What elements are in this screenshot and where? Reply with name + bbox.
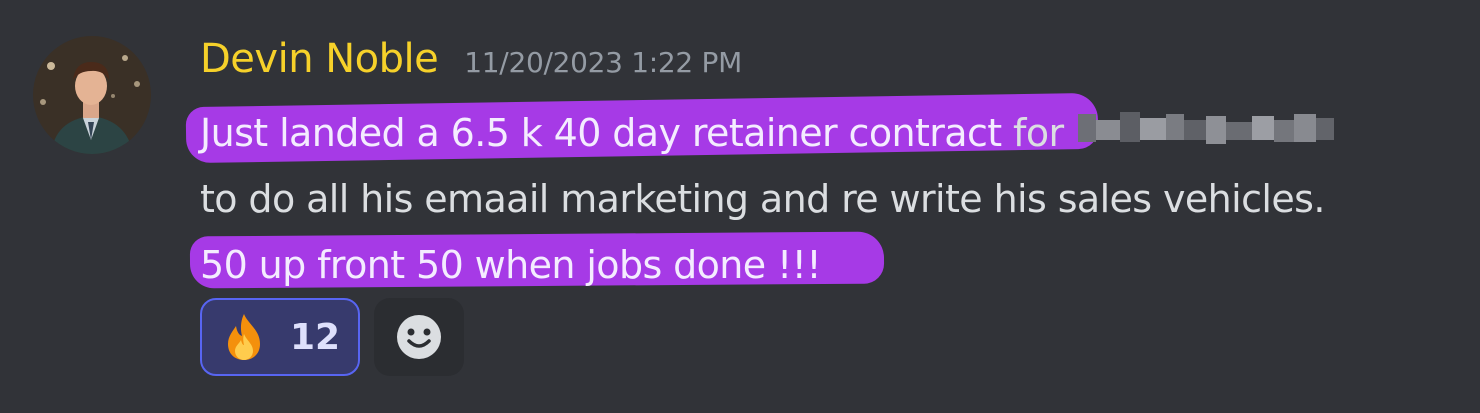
highlighted-text: Just landed a 6.5 k 40 day retainer cont… (200, 111, 1002, 155)
add-reaction-button[interactable] (374, 298, 464, 376)
reaction-bar: 12 (200, 298, 464, 376)
fire-icon (227, 314, 260, 360)
message-content: Just landed a 6.5 k 40 day retainer cont… (185, 92, 1460, 298)
chat-message: Devin Noble 11/20/2023 1:22 PM Just land… (0, 0, 1480, 413)
message-header: Devin Noble 11/20/2023 1:22 PM (200, 36, 742, 92)
timestamp[interactable]: 11/20/2023 1:22 PM (464, 46, 742, 79)
message-text: to do all his emaail marketing and re wr… (200, 177, 1325, 221)
message-text: for (1001, 111, 1064, 155)
reaction-count: 12 (289, 316, 341, 358)
message-line: Just landed a 6.5 k 40 day retainer cont… (200, 100, 1460, 166)
message-line: 50 up front 50 when jobs done !!! (200, 232, 1460, 298)
smiley-icon (397, 315, 441, 359)
avatar[interactable] (33, 36, 151, 154)
highlighted-text: 50 up front 50 when jobs done !!! (200, 243, 822, 287)
reaction-fire[interactable]: 12 (200, 298, 360, 376)
message-line: to do all his emaail marketing and re wr… (200, 166, 1460, 232)
avatar-image (33, 36, 151, 154)
redacted-name (1077, 100, 1334, 166)
username[interactable]: Devin Noble (200, 36, 439, 82)
